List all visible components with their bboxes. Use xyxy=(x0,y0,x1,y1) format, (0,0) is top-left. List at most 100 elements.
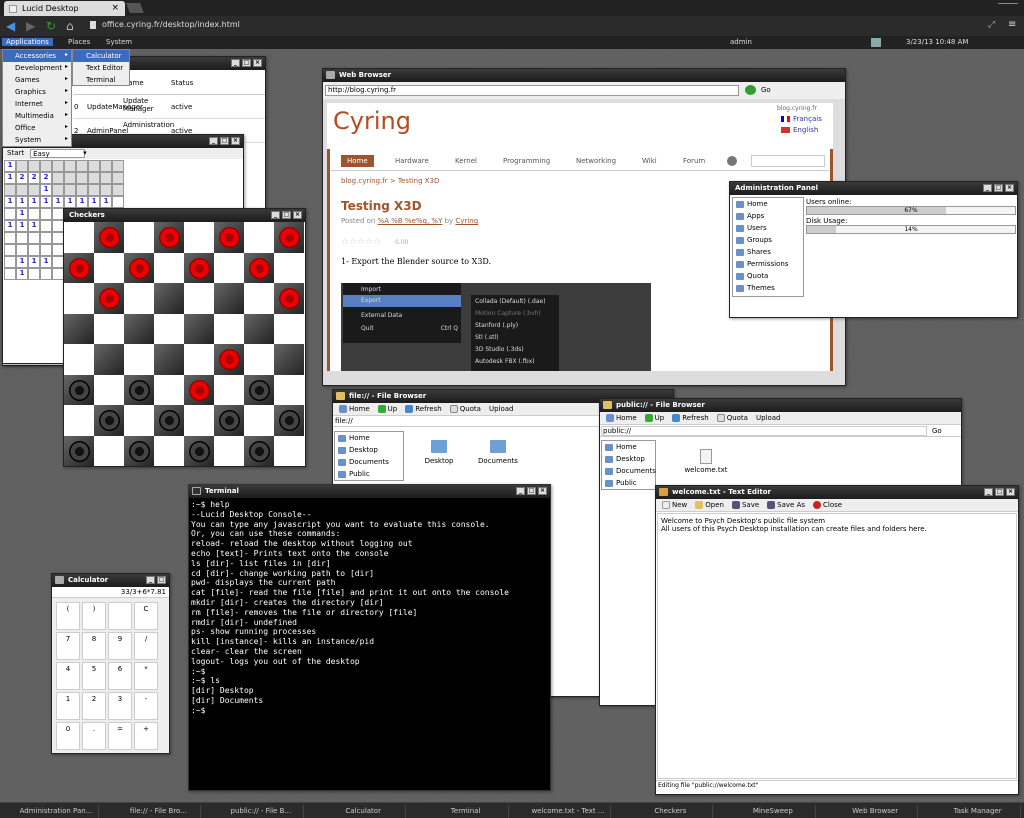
refresh-button[interactable]: Refresh xyxy=(672,414,709,422)
mine-cell[interactable]: 2 xyxy=(28,172,40,184)
mine-cell[interactable] xyxy=(64,172,76,184)
address-bar[interactable]: office.cyring.fr/desktop/index.html xyxy=(102,20,240,29)
path-input[interactable]: public:// xyxy=(601,426,927,436)
black-piece[interactable] xyxy=(129,440,150,462)
board-square[interactable] xyxy=(94,283,124,314)
sidebar-item-desktop[interactable]: Desktop xyxy=(335,444,403,456)
mine-cell[interactable] xyxy=(88,184,100,196)
red-piece[interactable] xyxy=(189,257,210,279)
tab-close-icon[interactable]: × xyxy=(111,3,119,13)
mine-cell[interactable] xyxy=(4,268,16,280)
board-square[interactable] xyxy=(214,222,244,253)
mine-cell[interactable]: 1 xyxy=(4,220,16,232)
close-icon[interactable]: × xyxy=(538,487,547,495)
post-title[interactable]: Testing X3D xyxy=(341,199,422,213)
difficulty-select[interactable]: Easy xyxy=(30,149,86,158)
red-piece[interactable] xyxy=(219,349,240,370)
board-square[interactable] xyxy=(124,313,154,344)
sidebar-item-public[interactable]: Public xyxy=(602,477,655,489)
board-square[interactable] xyxy=(94,313,124,344)
mine-cell[interactable] xyxy=(40,268,52,280)
home-icon[interactable]: ⌂ xyxy=(66,19,74,33)
checkers-titlebar[interactable]: Checkers _ □ × xyxy=(64,209,305,222)
mine-cell[interactable]: 1 xyxy=(40,196,52,208)
menu-item-system[interactable]: System xyxy=(3,134,71,146)
mine-cell[interactable] xyxy=(28,244,40,256)
nav-forum[interactable]: Forum xyxy=(683,157,705,165)
maximize-icon[interactable]: □ xyxy=(527,487,536,495)
board-square[interactable] xyxy=(94,222,124,253)
mine-cell[interactable] xyxy=(64,160,76,172)
board-square[interactable] xyxy=(124,283,154,314)
minimize-icon[interactable]: _ xyxy=(516,487,525,495)
menu-item-calculator[interactable]: Calculator xyxy=(73,50,129,62)
breadcrumb[interactable]: blog.cyring.fr > Testing X3D xyxy=(341,177,439,185)
board-square[interactable] xyxy=(274,405,304,436)
board-square[interactable] xyxy=(94,405,124,436)
mine-cell[interactable] xyxy=(16,244,28,256)
calc-key[interactable]: 8 xyxy=(82,632,106,660)
mine-cell[interactable]: 1 xyxy=(4,160,16,172)
clock[interactable]: 3/23/13 10:48 AM xyxy=(902,38,972,46)
red-piece[interactable] xyxy=(249,257,270,279)
mine-cell[interactable]: 1 xyxy=(40,256,52,268)
board-square[interactable] xyxy=(154,435,184,466)
mine-cell[interactable] xyxy=(112,184,124,196)
board-square[interactable] xyxy=(274,344,304,375)
board-square[interactable] xyxy=(154,374,184,405)
save-as-button[interactable]: Save As xyxy=(767,501,805,509)
board-square[interactable] xyxy=(124,344,154,375)
sidebar-item-home[interactable]: Home xyxy=(602,441,655,453)
web-browser-titlebar[interactable]: Web Browser xyxy=(323,69,845,82)
new-button[interactable]: New xyxy=(662,501,687,509)
calc-key[interactable]: ( xyxy=(56,602,80,630)
board-square[interactable] xyxy=(124,374,154,405)
mine-cell[interactable] xyxy=(40,160,52,172)
board-square[interactable] xyxy=(154,344,184,375)
black-piece[interactable] xyxy=(69,379,90,401)
site-search-input[interactable] xyxy=(751,155,825,167)
settings-icon[interactable] xyxy=(727,156,737,166)
board-square[interactable] xyxy=(244,313,274,344)
calc-key[interactable] xyxy=(108,602,132,630)
admin-item-apps[interactable]: Apps xyxy=(733,210,803,222)
upload-button[interactable]: Upload xyxy=(489,405,514,413)
calc-key[interactable]: 5 xyxy=(82,662,106,690)
mine-cell[interactable]: 1 xyxy=(28,256,40,268)
sidebar-item-documents[interactable]: Documents xyxy=(335,456,403,468)
nav-hardware[interactable]: Hardware xyxy=(395,157,429,165)
board-square[interactable] xyxy=(64,435,94,466)
calc-key[interactable]: - xyxy=(134,692,158,720)
close-icon[interactable]: × xyxy=(1006,488,1015,496)
public-browser-titlebar[interactable]: public:// - File Browser xyxy=(600,399,961,412)
mine-cell[interactable]: 1 xyxy=(52,196,64,208)
black-piece[interactable] xyxy=(249,379,270,401)
board-square[interactable] xyxy=(214,283,244,314)
board-square[interactable] xyxy=(94,374,124,405)
minimize-icon[interactable]: _ xyxy=(271,211,280,219)
admin-item-themes[interactable]: Themes xyxy=(733,282,803,294)
menu-icon[interactable]: ≡ xyxy=(1008,19,1016,30)
calc-key[interactable]: 7 xyxy=(56,632,80,660)
board-square[interactable] xyxy=(244,283,274,314)
board-square[interactable] xyxy=(274,252,304,283)
menu-item-development[interactable]: Development xyxy=(3,62,71,74)
places-menu[interactable]: Places xyxy=(64,38,94,46)
admin-item-home[interactable]: Home xyxy=(733,198,803,210)
mine-cell[interactable] xyxy=(76,160,88,172)
calc-key[interactable]: 1 xyxy=(56,692,80,720)
board-square[interactable] xyxy=(214,313,244,344)
board-square[interactable] xyxy=(94,252,124,283)
file-item[interactable]: Desktop xyxy=(419,440,459,465)
board-square[interactable] xyxy=(214,252,244,283)
chevron-down-icon[interactable]: ▾ xyxy=(83,149,87,158)
menu-item-graphics[interactable]: Graphics xyxy=(3,86,71,98)
red-piece[interactable] xyxy=(159,227,180,248)
system-menu[interactable]: System xyxy=(102,38,136,46)
calculator-display[interactable]: 33/3+6*7.81 xyxy=(52,587,169,598)
board-square[interactable] xyxy=(244,405,274,436)
black-piece[interactable] xyxy=(249,440,270,462)
maximize-icon[interactable]: □ xyxy=(994,184,1003,192)
go-arrow-icon[interactable] xyxy=(745,85,756,95)
red-piece[interactable] xyxy=(129,257,150,279)
